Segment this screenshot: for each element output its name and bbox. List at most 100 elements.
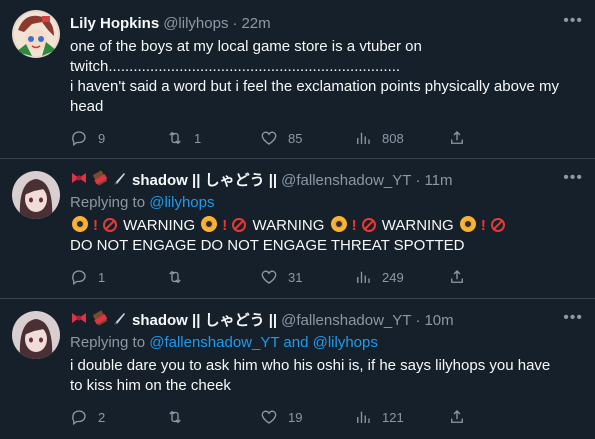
replying-to-label: Replying to [70, 194, 150, 211]
tweet-text-line: to kiss him on the cheek [70, 377, 231, 394]
tweet-actions: 1 31 249 [70, 267, 510, 287]
exclamation-icon: ! [93, 217, 98, 234]
retweet-button[interactable] [166, 408, 194, 426]
views-button[interactable]: 808 [354, 129, 404, 147]
view-count: 249 [382, 269, 404, 285]
tweet-text: ! WARNING ! WARNING ! WARNING ! DO NOT E… [70, 216, 583, 256]
radioactive-icon [72, 216, 88, 232]
no-entry-icon [103, 218, 117, 232]
tweet-text-line: one of the boys at my local game store i… [70, 38, 422, 55]
share-button[interactable] [448, 268, 466, 286]
reply-button[interactable]: 1 [70, 268, 105, 286]
tweet[interactable]: shadow || しゃどう || @fallenshadow_YT · 10m… [0, 299, 595, 439]
user-handle[interactable]: @fallenshadow_YT [281, 171, 411, 191]
retweet-button[interactable] [166, 268, 194, 286]
reply-button[interactable]: 9 [70, 129, 105, 147]
tweet-text-line: head [70, 98, 104, 115]
views-button[interactable]: 121 [354, 408, 404, 426]
timestamp[interactable]: 11m [424, 171, 452, 191]
radioactive-icon [459, 216, 476, 232]
timestamp[interactable]: 10m [424, 311, 453, 331]
user-handle[interactable]: @lilyhops [163, 14, 228, 34]
reply-count: 9 [98, 130, 106, 146]
like-count: 19 [288, 409, 303, 425]
tweet-text-line: i haven't said a word but i feel the exc… [70, 78, 559, 95]
tweet[interactable]: Lily Hopkins @lilyhops · 22m ••• one of … [0, 0, 595, 159]
reply-icon [72, 131, 86, 147]
view-count: 808 [382, 130, 404, 146]
replying-to: Replying to @fallenshadow_YT and @lilyho… [70, 333, 583, 353]
like-button[interactable]: 31 [260, 268, 302, 286]
reply-icon [72, 410, 86, 426]
heart-icon [261, 410, 277, 424]
separator-dot: · [415, 172, 421, 189]
retweet-count: 1 [194, 130, 202, 146]
tweet-text-line: i double dare you to ask him who his osh… [70, 357, 551, 374]
exclamation-icon: ! [480, 217, 486, 234]
display-name[interactable]: Lily Hopkins [70, 14, 159, 34]
tweet-header: Lily Hopkins @lilyhops · 22m ••• [70, 13, 583, 34]
tweet-header: shadow || しゃどう || @fallenshadow_YT · 10m… [70, 310, 583, 332]
no-entry-icon [361, 218, 376, 232]
more-options-icon[interactable]: ••• [563, 170, 583, 186]
views-button[interactable]: 249 [354, 268, 404, 286]
separator-dot: · [415, 312, 421, 329]
ribbon-icon [70, 310, 88, 332]
user-handle[interactable]: @fallenshadow_YT [281, 311, 411, 331]
display-name[interactable]: shadow || しゃどう || [132, 171, 277, 191]
share-icon [451, 410, 463, 423]
retweet-icon [169, 410, 181, 424]
chocolate-icon [92, 170, 108, 192]
replying-to: Replying to @lilyhops [70, 193, 583, 213]
chocolate-icon [92, 310, 108, 332]
exclamation-icon: ! [351, 217, 357, 234]
retweet-icon [169, 270, 181, 284]
views-icon [357, 132, 370, 144]
reply-count: 1 [98, 269, 106, 285]
timestamp[interactable]: 22m [241, 14, 270, 34]
knife-icon [112, 170, 128, 192]
like-button[interactable]: 85 [260, 129, 302, 147]
retweet-button[interactable]: 1 [166, 129, 201, 147]
warning-text: WARNING [252, 217, 325, 234]
retweet-icon [169, 131, 181, 145]
share-icon [451, 131, 463, 144]
like-button[interactable]: 19 [260, 408, 302, 426]
heart-icon [261, 131, 277, 145]
display-name[interactable]: shadow || しゃどう || [132, 311, 277, 331]
avatar[interactable] [12, 311, 60, 359]
views-icon [357, 271, 370, 283]
separator-dot: · [232, 15, 238, 32]
knife-icon [112, 310, 128, 332]
no-entry-icon [232, 218, 247, 232]
more-options-icon[interactable]: ••• [563, 13, 583, 29]
radioactive-icon [330, 216, 347, 232]
share-button[interactable] [448, 129, 466, 147]
warning-text: WARNING [381, 217, 454, 234]
ribbon-icon [70, 170, 88, 192]
like-count: 85 [288, 130, 303, 146]
mention-link[interactable]: @fallenshadow_YT and @lilyhops [149, 334, 378, 351]
tweet-text: one of the boys at my local game store i… [70, 37, 583, 117]
mention-link[interactable]: @lilyhops [149, 194, 214, 211]
avatar[interactable] [12, 171, 60, 219]
avatar[interactable] [12, 10, 60, 58]
tweet-actions: 9 1 85 808 [70, 128, 510, 148]
radioactive-icon [201, 216, 218, 232]
tweet[interactable]: shadow || しゃどう || @fallenshadow_YT · 11m… [0, 159, 595, 299]
more-options-icon[interactable]: ••• [563, 310, 583, 326]
heart-icon [261, 270, 277, 284]
tweet-text-line: DO NOT ENGAGE DO NOT ENGAGE THREAT SPOTT… [70, 237, 465, 254]
share-button[interactable] [448, 408, 466, 426]
tweet-header: shadow || しゃどう || @fallenshadow_YT · 11m… [70, 170, 583, 192]
tweet-text-line: twitch..................................… [70, 58, 401, 75]
reply-icon [72, 270, 86, 286]
warning-text: WARNING [123, 217, 196, 234]
no-entry-icon [490, 218, 505, 232]
views-icon [357, 411, 370, 423]
tweet-actions: 2 19 121 [70, 407, 510, 427]
reply-count: 2 [98, 409, 106, 425]
tweet-text: i double dare you to ask him who his osh… [70, 356, 583, 396]
reply-button[interactable]: 2 [70, 408, 105, 426]
like-count: 31 [288, 269, 303, 285]
